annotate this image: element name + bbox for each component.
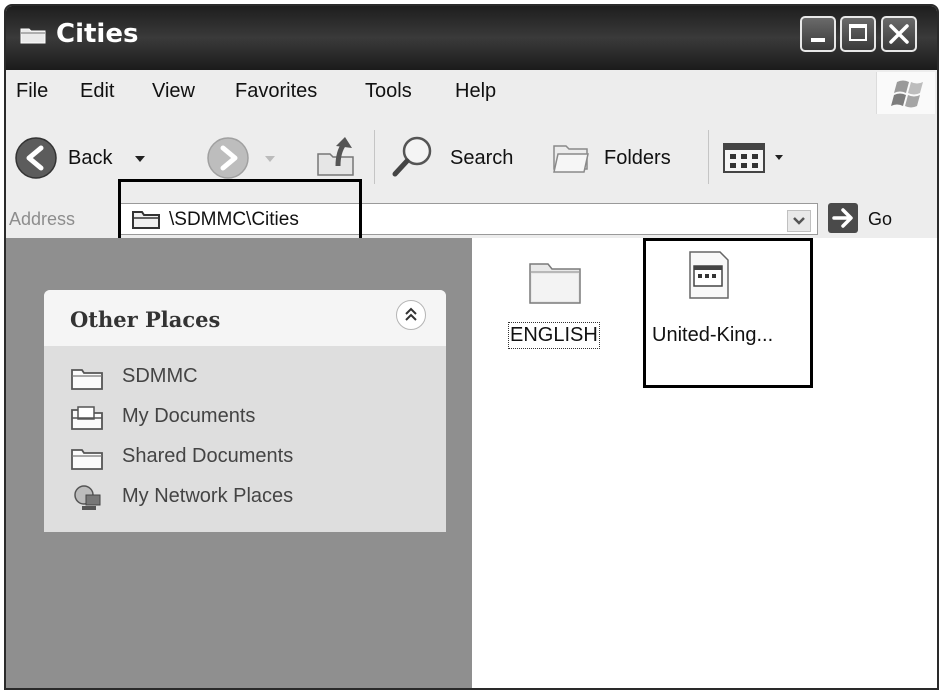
toolbar-separator [708,130,709,184]
search-button[interactable]: Search [390,134,530,180]
go-button[interactable] [828,203,858,233]
views-dropdown-icon[interactable] [774,154,784,161]
menu-bar: File Edit View Favorites Tools Help [6,70,937,117]
title-bar[interactable]: Cities [6,6,937,70]
my-documents-icon [71,406,103,430]
views-grid-icon [723,143,765,173]
task-pane: Other Places SDMMC My Documents Shared D… [6,238,472,688]
back-dropdown-icon[interactable] [134,155,146,163]
folder-icon [71,369,103,390]
maximize-button[interactable] [840,16,876,52]
up-folder-icon [317,137,354,176]
explorer-window: Cities File Edit View Favorites Tools He… [4,4,939,690]
windows-logo [876,72,935,114]
file-highlight-box [643,238,813,388]
views-button[interactable] [722,140,792,176]
close-button[interactable] [881,16,917,52]
place-label: My Network Places [122,485,294,507]
search-label: Search [450,147,514,169]
collapse-button[interactable] [396,300,426,330]
menu-edit[interactable]: Edit [80,80,114,103]
forward-button[interactable] [206,136,296,180]
folders-label: Folders [604,147,671,169]
maximize-icon [849,24,867,41]
back-button[interactable]: Back [14,136,184,180]
forward-arrow-icon [207,137,249,179]
other-places-header[interactable]: Other Places [44,290,446,346]
menu-help[interactable]: Help [455,80,496,103]
place-sdmmc[interactable]: SDMMC [70,362,430,392]
network-places-icon [74,485,101,510]
chevron-down-icon [793,217,805,225]
minimize-icon [811,38,825,42]
back-label: Back [68,147,113,169]
folders-icon [553,145,589,173]
back-arrow-icon [15,137,57,179]
menu-view[interactable]: View [152,80,195,103]
up-folder-button[interactable] [312,132,362,182]
forward-dropdown-icon[interactable] [264,155,276,163]
search-icon [392,136,432,177]
file-name-english: ENGLISH [508,322,600,349]
place-label: SDMMC [122,365,198,387]
place-shared-documents[interactable]: Shared Documents [70,442,430,472]
windows-flag-icon [891,80,923,108]
address-label: Address [9,209,76,229]
go-label: Go [868,209,893,229]
toolbar-separator [374,130,375,184]
other-places-title: Other Places [70,307,221,332]
close-icon [889,24,909,44]
go-arrow-icon [832,208,853,228]
shared-folder-icon [71,449,103,470]
place-label: Shared Documents [122,445,294,467]
place-my-documents[interactable]: My Documents [70,402,430,432]
place-label: My Documents [122,405,256,427]
minimize-button[interactable] [800,16,836,52]
double-chevron-up-icon [405,307,417,321]
window-title: Cities [56,19,139,49]
folder-icon [20,28,46,44]
menu-favorites[interactable]: Favorites [235,80,317,103]
address-highlight-box [118,179,362,243]
address-dropdown-button[interactable] [787,210,811,232]
folder-icon [529,263,581,304]
menu-tools[interactable]: Tools [365,80,412,103]
other-places-panel: Other Places SDMMC My Documents Shared D… [44,290,446,532]
menu-file[interactable]: File [16,80,48,103]
folders-button[interactable]: Folders [548,134,698,180]
file-item-english[interactable]: ENGLISH [500,252,612,352]
place-my-network-places[interactable]: My Network Places [70,482,430,512]
